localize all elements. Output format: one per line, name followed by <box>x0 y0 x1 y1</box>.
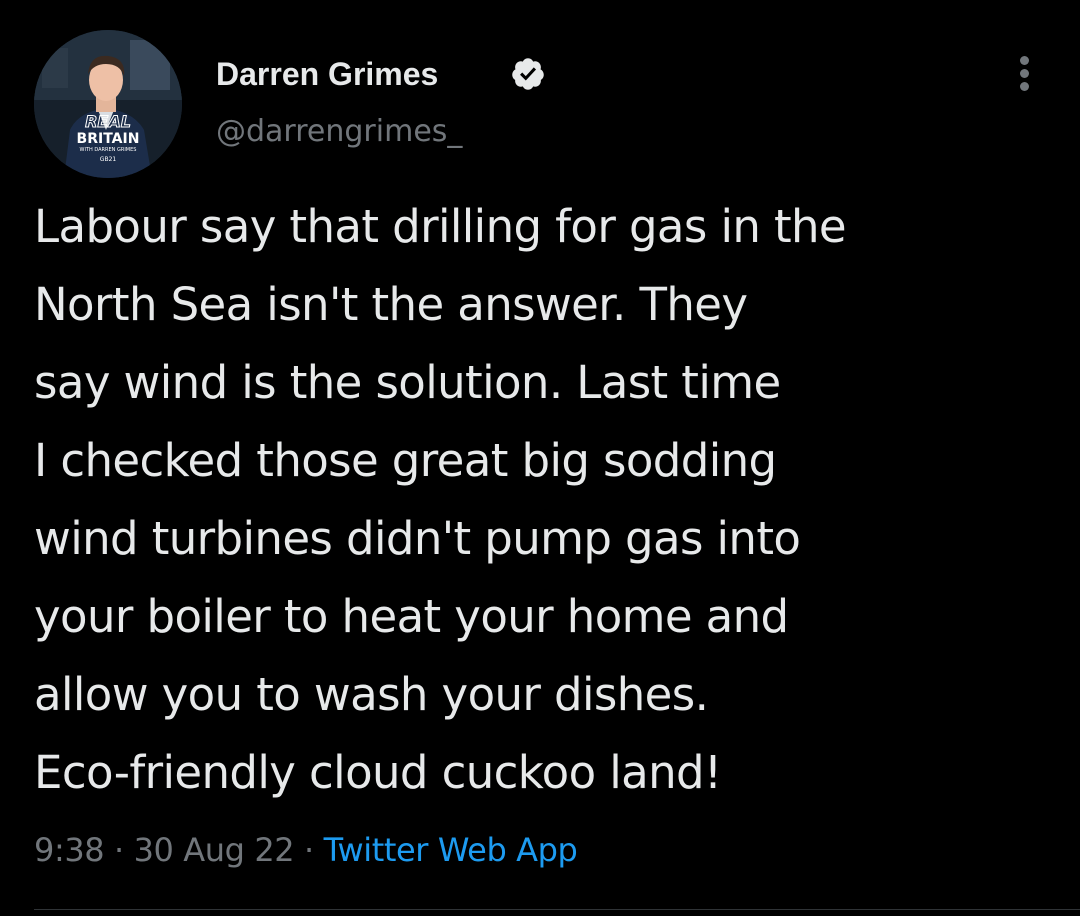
tweet-time[interactable]: 9:38 <box>34 831 105 869</box>
tweet-text: Labour say that drilling for gas in the … <box>34 188 1054 812</box>
tweet-date[interactable]: 30 Aug 22 <box>134 831 295 869</box>
tweet-meta: 9:38 · 30 Aug 22 · Twitter Web App <box>34 828 578 872</box>
avatar-logo-subtitle: WITH DARREN GRIMES <box>80 147 137 153</box>
tweet-source-link[interactable]: Twitter Web App <box>324 831 578 869</box>
more-vertical-icon-dot <box>1020 69 1029 78</box>
meta-separator: · <box>104 831 134 869</box>
tweet-text-line: wind turbines didn't pump gas into <box>34 512 801 565</box>
tweet-text-line: Labour say that drilling for gas in the <box>34 200 847 253</box>
tweet-text-line: North Sea isn't the answer. They <box>34 278 748 331</box>
tweet-text-line: allow you to wash your dishes. <box>34 668 709 721</box>
author-display-name[interactable]: Darren Grimes <box>216 54 438 94</box>
meta-separator: · <box>294 831 324 869</box>
divider <box>34 909 1080 910</box>
tweet-text-line: your boiler to heat your home and <box>34 590 789 643</box>
more-vertical-icon-dot <box>1020 82 1029 91</box>
more-vertical-icon-dot <box>1020 56 1029 65</box>
author-handle[interactable]: @darrengrimes_ <box>216 113 462 151</box>
avatar-logo-britain: BRITAIN <box>77 131 140 147</box>
verified-badge-icon <box>512 58 544 90</box>
tweet-text-line: say wind is the solution. Last time <box>34 356 781 409</box>
more-options-button[interactable] <box>1004 52 1044 96</box>
tweet-text-line: I checked those great big sodding <box>34 434 777 487</box>
avatar-logo-real: REAL <box>85 112 131 131</box>
avatar[interactable]: REAL BRITAIN WITH DARREN GRIMES GB21 <box>34 30 182 178</box>
avatar-logo-gb: GB21 <box>100 156 117 163</box>
tweet-text-line: Eco-friendly cloud cuckoo land! <box>34 746 722 799</box>
avatar-image: REAL BRITAIN WITH DARREN GRIMES GB21 <box>34 30 182 178</box>
tweet: REAL BRITAIN WITH DARREN GRIMES GB21 Dar… <box>0 0 1080 916</box>
